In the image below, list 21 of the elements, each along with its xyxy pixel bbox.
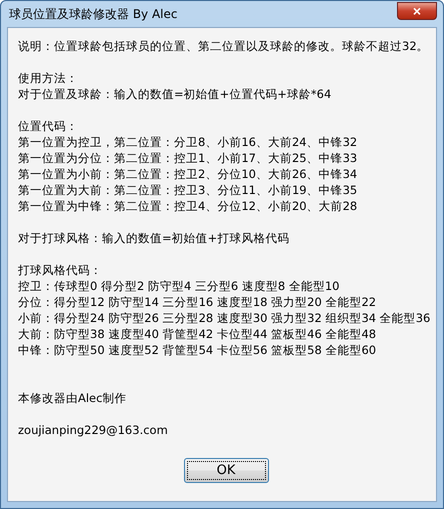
text-line: 第一位置为大前：第二位置：控卫3、分位11、小前19、中锋35: [18, 182, 358, 198]
text-line: 第一位置为控卫，第二位置：分卫8、小前16、大前24、中锋32: [18, 134, 358, 150]
text-line: 打球风格代码：: [18, 262, 103, 278]
text-line: 对于打球风格：输入的数值=初始值+打球风格代码: [18, 230, 290, 246]
text-line: 对于位置及球龄：输入的数值=初始值+位置代码+球龄*64: [18, 86, 332, 102]
close-button[interactable]: ×: [397, 2, 437, 20]
text-line: zoujianping229@163.com: [18, 422, 169, 438]
text-line: 第一位置为小前：第二位置：控卫2、分位10、大前26、中锋34: [18, 166, 358, 182]
text-line: 使用方法：: [18, 70, 79, 86]
text-line: 第一位置为中锋：第二位置：控卫4、分位12、小前20、大前28: [18, 198, 358, 214]
text-line: 小前：得分型24 防守型26 三分型28 速度型30 强力型32 组织型34 全能型36: [18, 310, 432, 326]
text-line: 位置代码：: [18, 118, 79, 134]
text-line: 本修改器由Alec制作: [18, 390, 128, 406]
text-line: 说明：位置球龄包括球员的位置、第二位置以及球龄的修改。球龄不超过32。: [18, 38, 430, 54]
text-line: 第一位置为分位：第二位置：控卫1、小前17、大前25、中锋33: [18, 150, 358, 166]
text-line: 中锋：防守型50 速度型52 背筐型54 卡位型56 篮板型58 全能型60: [18, 342, 378, 358]
window-title: 球员位置及球龄修改器 By Alec: [8, 6, 178, 22]
text-line: 控卫：传球型0 得分型2 防守型4 三分型6 速度型8 全能型10: [18, 278, 340, 294]
text-line: 分位：得分型12 防守型14 三分型16 速度型18 强力型20 全能型22: [18, 294, 378, 310]
ok-button[interactable]: OK: [184, 458, 268, 483]
text-line: 大前：防守型38 速度型40 背筐型42 卡位型44 篮板型46 全能型48: [18, 326, 378, 342]
